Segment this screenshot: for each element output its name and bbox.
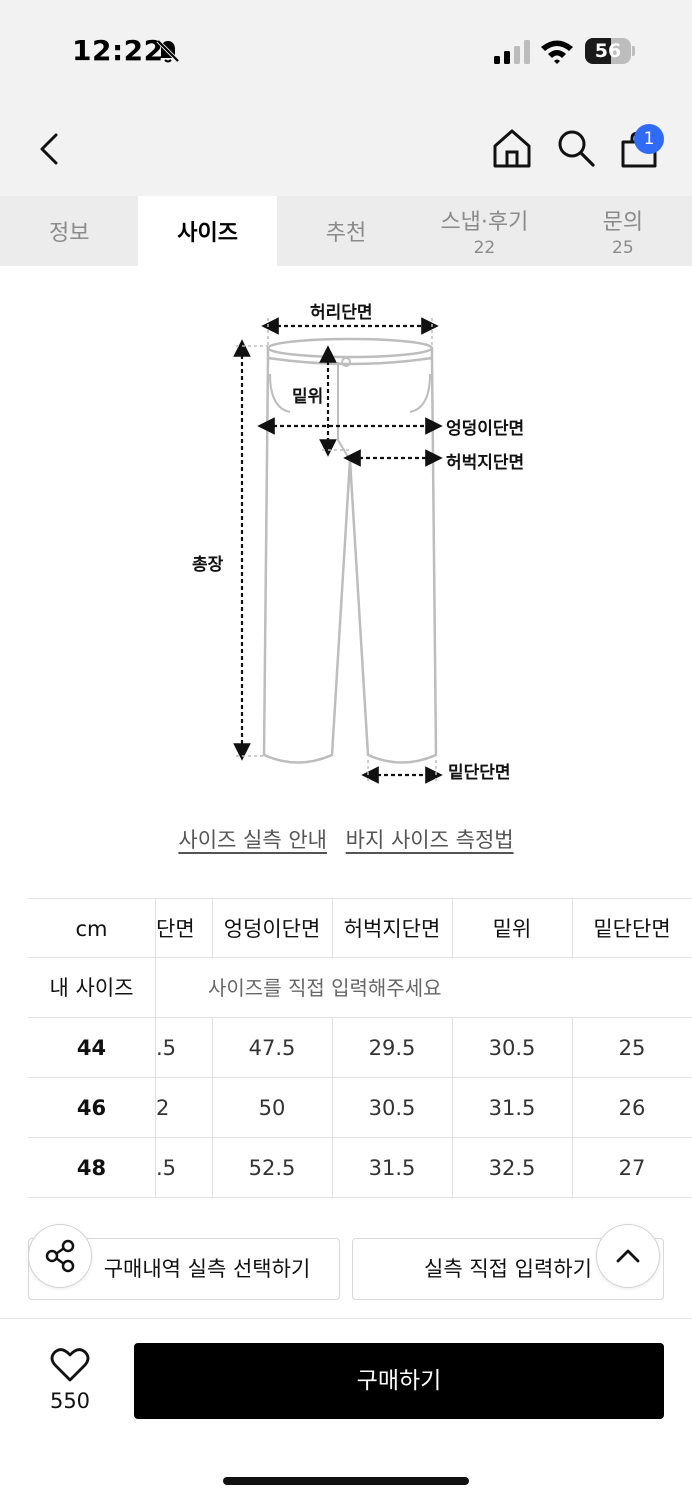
label-rise: 밑위 — [292, 387, 324, 407]
label-thigh: 허벅지단면 — [446, 453, 525, 473]
table-cell: .5 — [156, 1036, 177, 1060]
table-cell: 47.5 — [248, 1036, 296, 1060]
tab-label: 정보 — [48, 221, 90, 246]
bottom-purchase-bar: 550 구매하기 — [0, 1318, 692, 1500]
tab-label: 문의 — [602, 210, 644, 235]
home-indicator — [223, 1477, 469, 1485]
size-label: 48 — [28, 1138, 156, 1198]
tab-bar: 정보 사이즈 추천 스냅·후기 22 문의 25 — [0, 196, 692, 266]
my-size-row[interactable]: 내 사이즈 사이즈를 직접 입력해주세요 — [28, 958, 692, 1018]
size-label: 46 — [28, 1078, 156, 1138]
table-cell: .5 — [156, 1156, 177, 1180]
status-time: 12:22 — [72, 34, 164, 67]
column-header: 허벅지단면 — [343, 917, 441, 941]
column-header: 엉덩이단면 — [223, 917, 321, 941]
table-cell: 32.5 — [488, 1156, 536, 1180]
my-size-input[interactable]: 사이즈를 직접 입력해주세요 — [208, 958, 442, 1018]
pants-outline-illustration — [233, 317, 443, 784]
table-cell: 30.5 — [488, 1036, 536, 1060]
unit-header: cm — [28, 899, 156, 959]
table-cell: 29.5 — [368, 1036, 416, 1060]
tab-count: 25 — [612, 238, 634, 258]
column-header: 밑위 — [492, 917, 532, 941]
bell-muted-icon — [156, 39, 180, 63]
pants-size-diagram: 허리단면 밑위 엉덩이단면 허벅지단면 총장 밑단단면 — [0, 280, 692, 800]
like-count: 550 — [49, 1389, 91, 1413]
size-guide-link[interactable]: 사이즈 실측 안내 — [178, 828, 327, 852]
table-cell: 25 — [618, 1036, 646, 1060]
label-hem: 밑단단면 — [448, 763, 511, 783]
table-row: 44 .5 47.5 29.5 30.5 25 — [28, 1018, 692, 1078]
status-bar: 12:22 56 — [0, 0, 692, 100]
table-cell: 31.5 — [368, 1156, 416, 1180]
chevron-up-icon — [616, 1249, 640, 1263]
table-cell: 52.5 — [248, 1156, 296, 1180]
buy-button[interactable]: 구매하기 — [134, 1343, 664, 1419]
tab-recommend[interactable]: 추천 — [277, 196, 415, 266]
measure-guide-link[interactable]: 바지 사이즈 측정법 — [346, 828, 514, 852]
tab-size[interactable]: 사이즈 — [138, 196, 277, 266]
tab-count: 22 — [473, 238, 496, 258]
tab-snap-review[interactable]: 스냅·후기 22 — [415, 196, 553, 266]
tab-label: 스냅·후기 — [440, 210, 529, 235]
column-header: 밑단단면 — [593, 917, 671, 941]
back-chevron-icon[interactable] — [34, 130, 68, 168]
cellular-signal-icon — [494, 40, 530, 64]
column-header: 단면 — [156, 917, 195, 941]
heart-like-icon[interactable] — [50, 1347, 90, 1383]
share-button[interactable] — [28, 1224, 92, 1288]
size-label: 44 — [28, 1018, 156, 1078]
size-table: cm 단면 엉덩이단면 허벅지단면 밑위 밑단단면 내 사이즈 사이즈를 직접 … — [28, 898, 692, 1198]
table-header-row: cm 단면 엉덩이단면 허벅지단면 밑위 밑단단면 — [28, 898, 692, 959]
tab-inquiry[interactable]: 문의 25 — [554, 196, 692, 266]
table-cell: 30.5 — [368, 1096, 416, 1120]
label-total-length: 총장 — [192, 555, 224, 575]
search-icon[interactable] — [556, 128, 596, 168]
table-cell: 2 — [156, 1096, 170, 1120]
tab-label: 사이즈 — [177, 221, 238, 246]
table-cell: 31.5 — [488, 1096, 536, 1120]
button-label: 구매내역 실측 선택하기 — [103, 1257, 311, 1281]
battery-indicator: 56 — [585, 38, 635, 64]
battery-percent: 56 — [594, 40, 622, 62]
size-guide-links: 사이즈 실측 안내 바지 사이즈 측정법 — [0, 824, 692, 854]
cart-count-badge: 1 — [634, 124, 664, 154]
table-row: 48 .5 52.5 31.5 32.5 27 — [28, 1138, 692, 1198]
button-label: 실측 직접 입력하기 — [424, 1257, 592, 1281]
scroll-top-button[interactable] — [596, 1224, 660, 1288]
wifi-icon — [541, 40, 573, 64]
table-cell: 27 — [618, 1156, 646, 1180]
label-hip: 엉덩이단면 — [446, 419, 525, 439]
table-cell: 50 — [258, 1096, 286, 1120]
table-row: 46 2 50 30.5 31.5 26 — [28, 1078, 692, 1138]
label-waist: 허리단면 — [310, 303, 373, 323]
table-cell: 26 — [618, 1096, 646, 1120]
tab-label: 추천 — [325, 221, 367, 246]
home-icon[interactable] — [492, 128, 532, 168]
my-size-label: 내 사이즈 — [28, 958, 156, 1018]
share-icon — [45, 1239, 75, 1273]
tab-info[interactable]: 정보 — [0, 196, 138, 266]
